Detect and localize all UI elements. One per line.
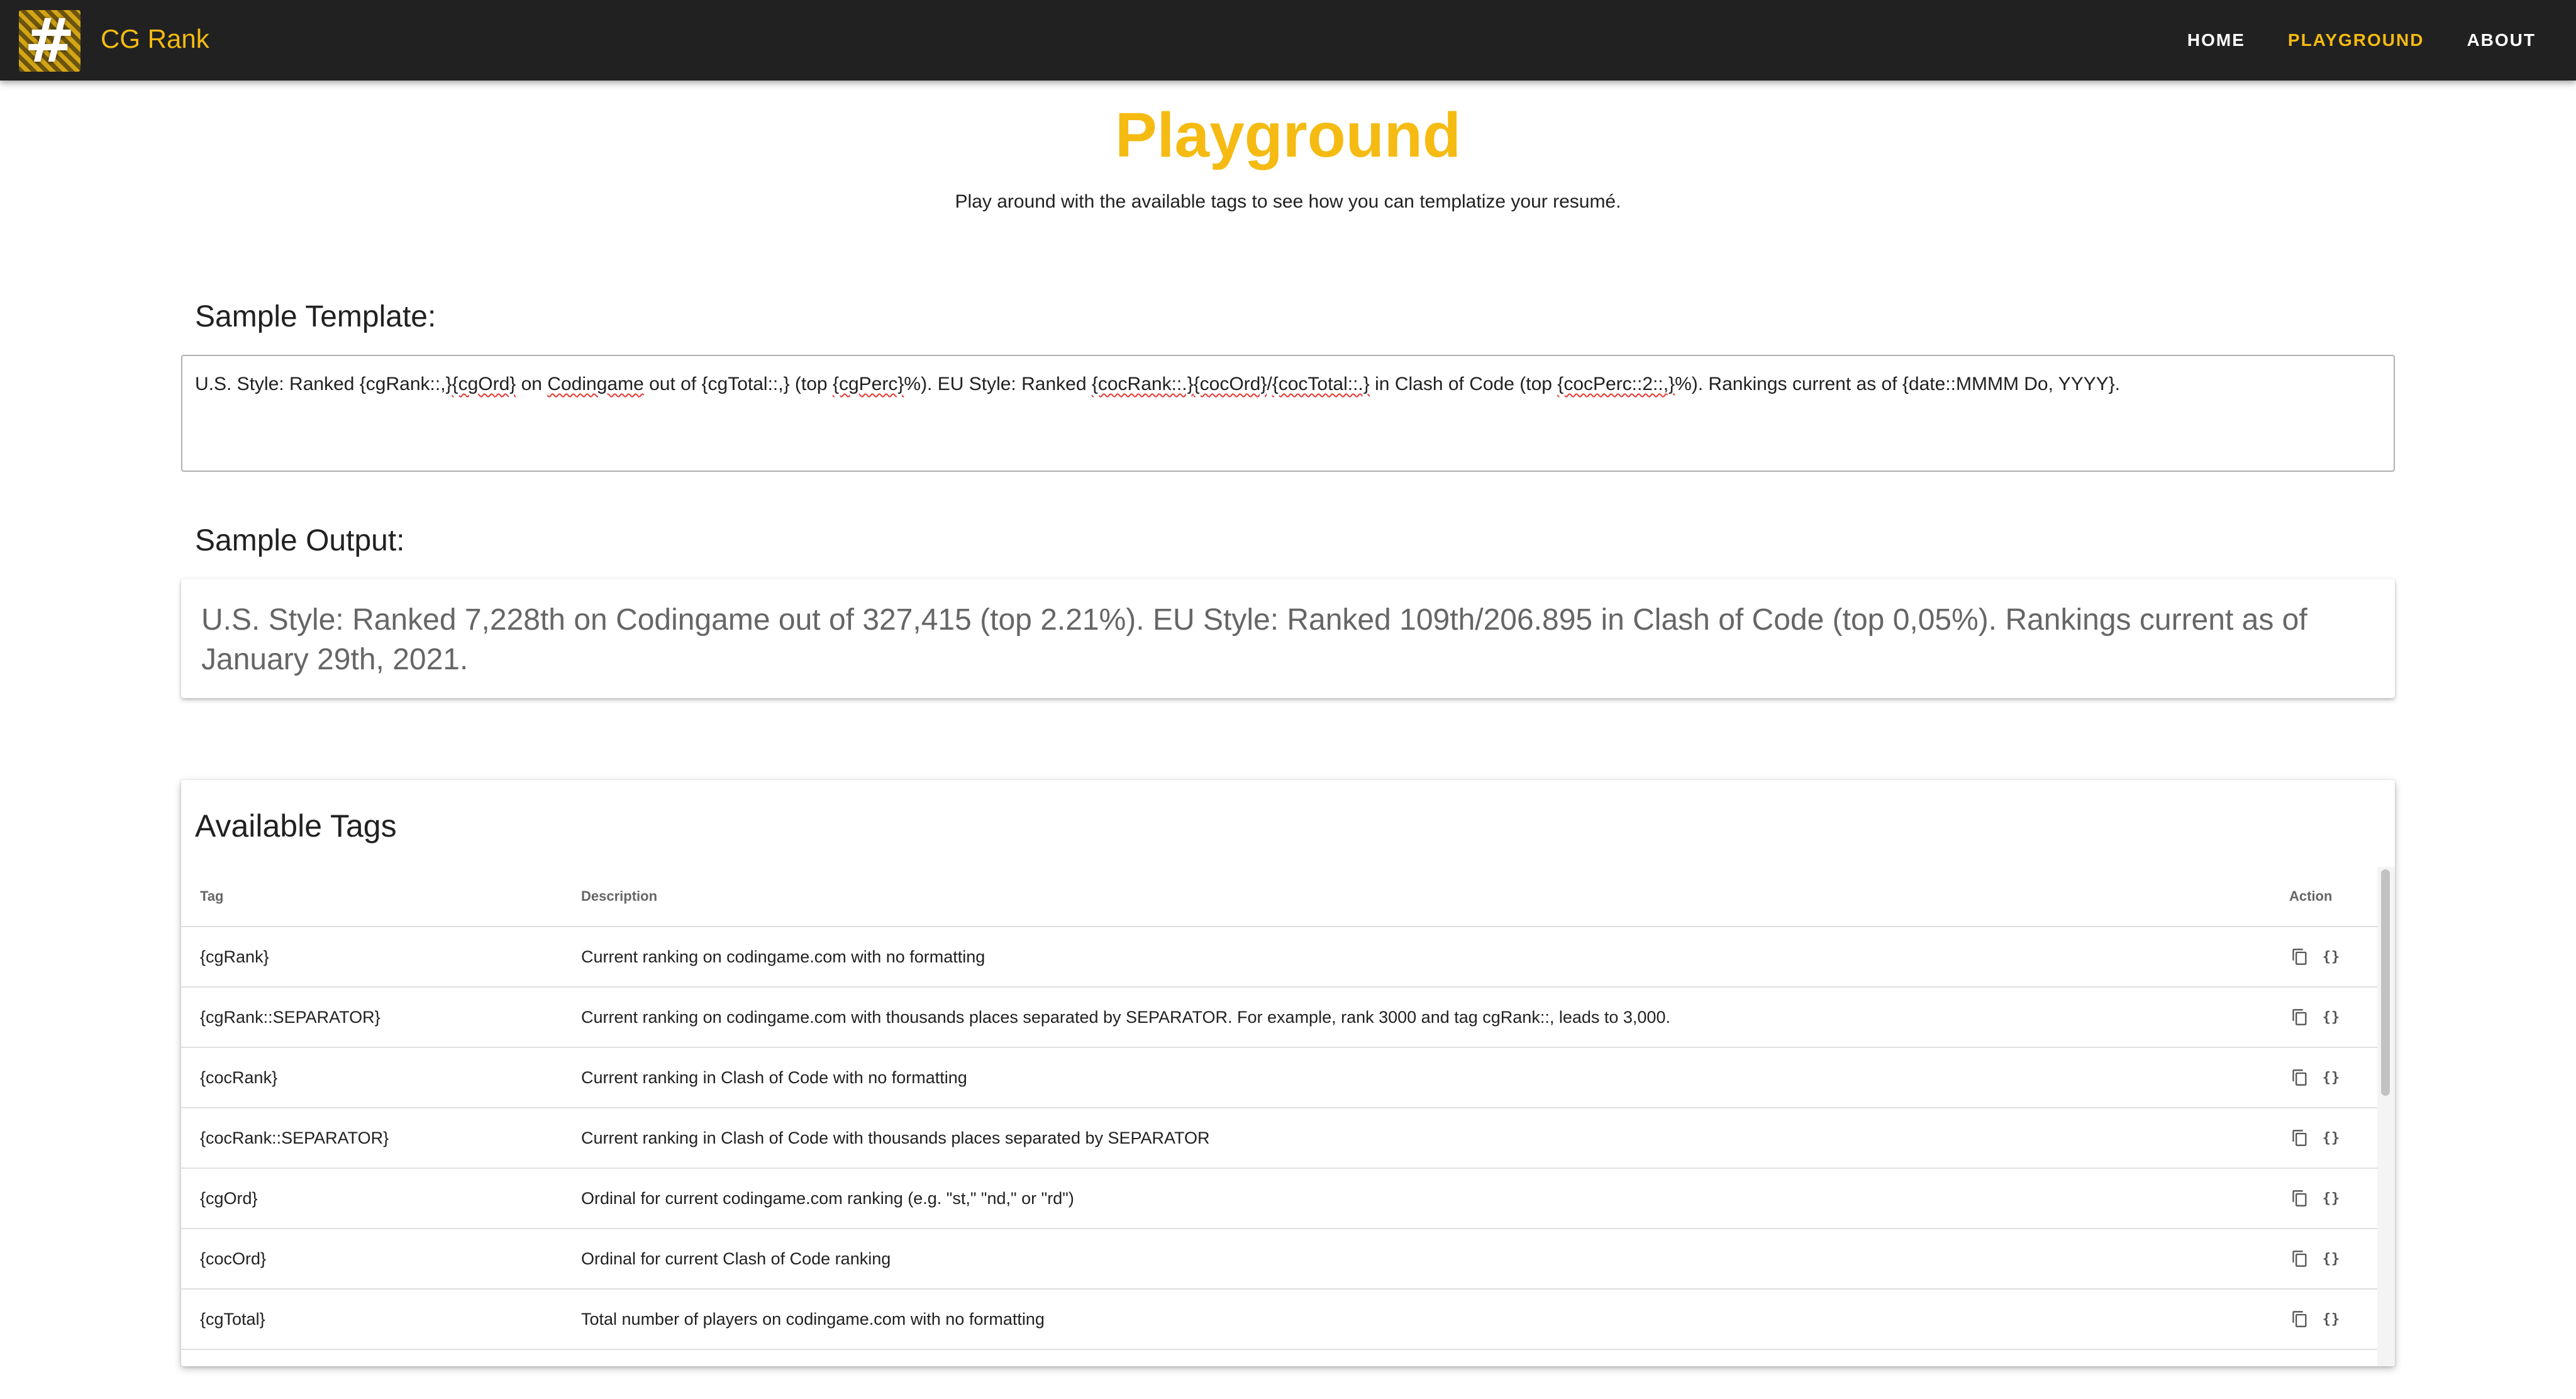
action-cell: {} (2289, 927, 2377, 988)
insert-braces-icon[interactable]: {} (2321, 1188, 2342, 1209)
description-cell: Ordinal for current codingame.com rankin… (581, 1168, 2289, 1229)
action-cell: {} (2289, 987, 2377, 1048)
tag-cell: {cocRank} (181, 1047, 581, 1108)
nav-playground[interactable]: PLAYGROUND (2288, 30, 2424, 50)
tag-cell: {cgTotal} (181, 1289, 581, 1350)
column-header-tag: Tag (181, 867, 581, 927)
table-row: {cocRank} Current ranking in Clash of Cod… (181, 1047, 2377, 1108)
template-text: in Clash of Code (top (1369, 374, 1558, 394)
copy-icon[interactable] (2289, 1308, 2311, 1330)
brand-name[interactable]: CG Rank (101, 24, 209, 54)
template-token-flagged: {cocPerc::2::,} (1557, 374, 1675, 394)
row-actions: {} (2289, 946, 2377, 967)
template-token-flagged: {cgOrd} (452, 374, 516, 394)
template-token-flagged: {cgPerc} (832, 374, 904, 394)
row-actions: {} (2289, 1006, 2377, 1028)
action-cell: {} (2289, 1108, 2377, 1169)
description-cell: Total number of players on codingame.com… (581, 1289, 2289, 1350)
tags-table: Tag Description Action {cgRank} Current r… (181, 867, 2377, 1366)
table-row: {cocOrd} Ordinal for current Clash of Cod… (181, 1229, 2377, 1290)
template-text: out of {cgTotal::,} (top (643, 374, 833, 394)
description-cell: Current ranking in Clash of Code with no… (581, 1047, 2289, 1108)
template-token-flagged: Codingame (547, 374, 644, 394)
nav-home[interactable]: HOME (2187, 30, 2245, 50)
column-header-description: Description (581, 867, 2289, 927)
tag-cell: {cgRank} (181, 927, 581, 988)
copy-icon[interactable] (2289, 1248, 2311, 1269)
description-cell (581, 1349, 2289, 1366)
tags-table-wrapper[interactable]: Tag Description Action {cgRank} Current r… (181, 867, 2377, 1366)
row-actions: {} (2289, 1308, 2377, 1330)
table-row: {cocRank::SEPARATOR} Current ranking in C… (181, 1108, 2377, 1169)
logo-icon[interactable]: # (19, 10, 80, 72)
action-cell: {} (2289, 1168, 2377, 1229)
table-header-row: Tag Description Action (181, 867, 2377, 927)
copy-icon[interactable] (2289, 1006, 2311, 1028)
template-token-flagged: {cocOrd} (1193, 374, 1267, 394)
page-subtitle: Play around with the available tags to s… (955, 191, 1621, 212)
row-actions: {} (2289, 1248, 2377, 1269)
description-cell: Current ranking in Clash of Code with th… (581, 1108, 2289, 1169)
available-tags-card: Available Tags Tag Description Action {c… (181, 780, 2395, 1366)
main-nav: HOME PLAYGROUND ABOUT (2187, 0, 2576, 81)
app-bar: # CG Rank HOME PLAYGROUND ABOUT (0, 0, 2576, 81)
action-cell (2289, 1349, 2377, 1366)
tag-cell: {cocRank::SEPARATOR} (181, 1108, 581, 1169)
insert-braces-icon[interactable]: {} (2321, 1006, 2342, 1028)
description-cell: Ordinal for current Clash of Code rankin… (581, 1229, 2289, 1290)
tag-cell: {cocOrd} (181, 1229, 581, 1290)
insert-braces-icon[interactable]: {} (2321, 1248, 2342, 1269)
table-scrollbar-thumb[interactable] (2381, 869, 2390, 1096)
template-text: / (1267, 374, 1272, 394)
tags-title: Available Tags (195, 808, 397, 844)
tag-cell: {cgRank::SEPARATOR} (181, 987, 581, 1048)
template-text: U.S. Style: Ranked {cgRank::,} (195, 374, 452, 394)
tag-cell: {cgOrd} (181, 1168, 581, 1229)
row-actions: {} (2289, 1067, 2377, 1088)
nav-about[interactable]: ABOUT (2467, 30, 2536, 50)
template-text: on (516, 374, 548, 394)
copy-icon[interactable] (2289, 1127, 2311, 1149)
copy-icon[interactable] (2289, 946, 2311, 967)
template-token-flagged: {cocRank::.} (1091, 374, 1194, 394)
insert-braces-icon[interactable]: {} (2321, 1067, 2342, 1088)
template-token-flagged: {cocTotal::.} (1272, 374, 1370, 394)
copy-icon[interactable] (2289, 1188, 2311, 1209)
table-row: {cgOrd} Ordinal for current codingame.com… (181, 1168, 2377, 1229)
row-actions: {} (2289, 1127, 2377, 1149)
table-row: {cgRank} Current ranking on codingame.com… (181, 927, 2377, 988)
action-cell: {} (2289, 1047, 2377, 1108)
action-cell: {} (2289, 1229, 2377, 1290)
insert-braces-icon[interactable]: {} (2321, 946, 2342, 967)
action-cell: {} (2289, 1289, 2377, 1350)
template-text: %). Rankings current as of {date::MMMM D… (1675, 374, 2121, 394)
insert-braces-icon[interactable]: {} (2321, 1127, 2342, 1149)
table-row: {cgTotal} Total number of players on codi… (181, 1289, 2377, 1350)
insert-braces-icon[interactable]: {} (2321, 1308, 2342, 1330)
page-title: Playground (1114, 100, 1462, 170)
template-input[interactable]: U.S. Style: Ranked {cgRank::,}{cgOrd} on… (181, 355, 2395, 472)
tag-cell (181, 1349, 581, 1366)
template-text: %). EU Style: Ranked (904, 374, 1092, 394)
table-row: {cgRank::SEPARATOR} Current ranking on co… (181, 987, 2377, 1048)
description-cell: Current ranking on codingame.com with no… (581, 927, 2289, 988)
column-header-action: Action (2289, 867, 2377, 927)
description-cell: Current ranking on codingame.com with th… (581, 987, 2289, 1048)
row-actions: {} (2289, 1188, 2377, 1209)
template-heading: Sample Template: (195, 300, 436, 333)
sample-output: U.S. Style: Ranked 7,228th on Codingame … (181, 579, 2395, 698)
table-row (181, 1349, 2377, 1366)
output-heading: Sample Output: (195, 524, 405, 557)
copy-icon[interactable] (2289, 1067, 2311, 1088)
